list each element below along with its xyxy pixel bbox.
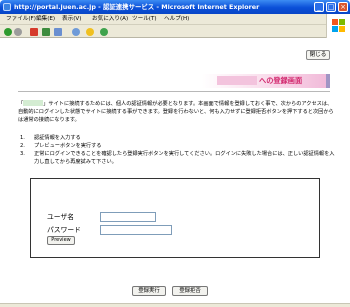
history-icon[interactable] bbox=[100, 28, 108, 36]
menu-favorites[interactable]: お気に入り(A) bbox=[92, 16, 128, 23]
password-input[interactable] bbox=[100, 225, 172, 235]
toolbar bbox=[0, 25, 326, 38]
list-item: 2. プレビューボタンを実行する bbox=[20, 143, 102, 149]
register-button[interactable]: 登録実行 bbox=[132, 286, 166, 296]
home-icon[interactable] bbox=[54, 28, 62, 36]
intro-text: 「」サイトに接続するためには、個人の認証情報が必要となります。本画面で情報を登録… bbox=[18, 100, 334, 123]
windows-logo-icon bbox=[326, 14, 350, 38]
password-label: パスワード bbox=[47, 226, 81, 234]
menu-tools[interactable]: ツール(T) bbox=[132, 16, 157, 23]
forward-icon[interactable] bbox=[14, 28, 22, 36]
menu-help[interactable]: ヘルプ(H) bbox=[164, 16, 189, 23]
menu-bar: ファイル(F) 編集(E) 表示(V) お気に入り(A) ツール(T) ヘルプ(… bbox=[0, 14, 350, 25]
status-bar bbox=[0, 303, 350, 307]
close-page-button[interactable]: 閉じる bbox=[306, 50, 330, 60]
window-titlebar: http://portal.juen.ac.jp - 認証連携サービス - Mi… bbox=[0, 0, 350, 14]
minimize-button[interactable]: _ bbox=[314, 2, 324, 12]
menu-view[interactable]: 表示(V) bbox=[62, 16, 81, 23]
redacted-service-name bbox=[217, 76, 257, 85]
maximize-button[interactable]: □ bbox=[326, 2, 336, 12]
refresh-icon[interactable] bbox=[42, 28, 50, 36]
ie-icon bbox=[3, 3, 11, 11]
window-title: http://portal.juen.ac.jp - 認証連携サービス - Mi… bbox=[14, 3, 260, 11]
username-label: ユーザ名 bbox=[47, 213, 75, 221]
favorites-icon[interactable] bbox=[86, 28, 94, 36]
login-form: ユーザ名 パスワード Preview bbox=[30, 178, 320, 258]
page-title: への登録画面 bbox=[259, 76, 303, 85]
menu-edit[interactable]: 編集(E) bbox=[36, 16, 55, 23]
menu-file[interactable]: ファイル(F) bbox=[6, 16, 36, 23]
back-icon[interactable] bbox=[4, 28, 12, 36]
stop-icon[interactable] bbox=[30, 28, 38, 36]
redacted-site-name bbox=[23, 100, 44, 106]
page-banner: への登録画面 bbox=[202, 74, 330, 88]
username-input[interactable] bbox=[100, 212, 156, 222]
steps-list: 1. 認証情報を入力する 2. プレビューボタンを実行する 3. 正常にログインできる… bbox=[20, 134, 336, 166]
list-item: 3. 正常にログインできることを確認したら登録実行ボタンを実行してください。ログイ… bbox=[20, 151, 335, 165]
close-window-button[interactable]: × bbox=[338, 2, 348, 12]
list-item: 1. 認証情報を入力する bbox=[20, 135, 81, 141]
divider bbox=[18, 91, 330, 92]
refuse-button[interactable]: 登録拒否 bbox=[172, 286, 208, 296]
search-icon[interactable] bbox=[72, 28, 80, 36]
preview-button[interactable]: Preview bbox=[47, 236, 75, 245]
